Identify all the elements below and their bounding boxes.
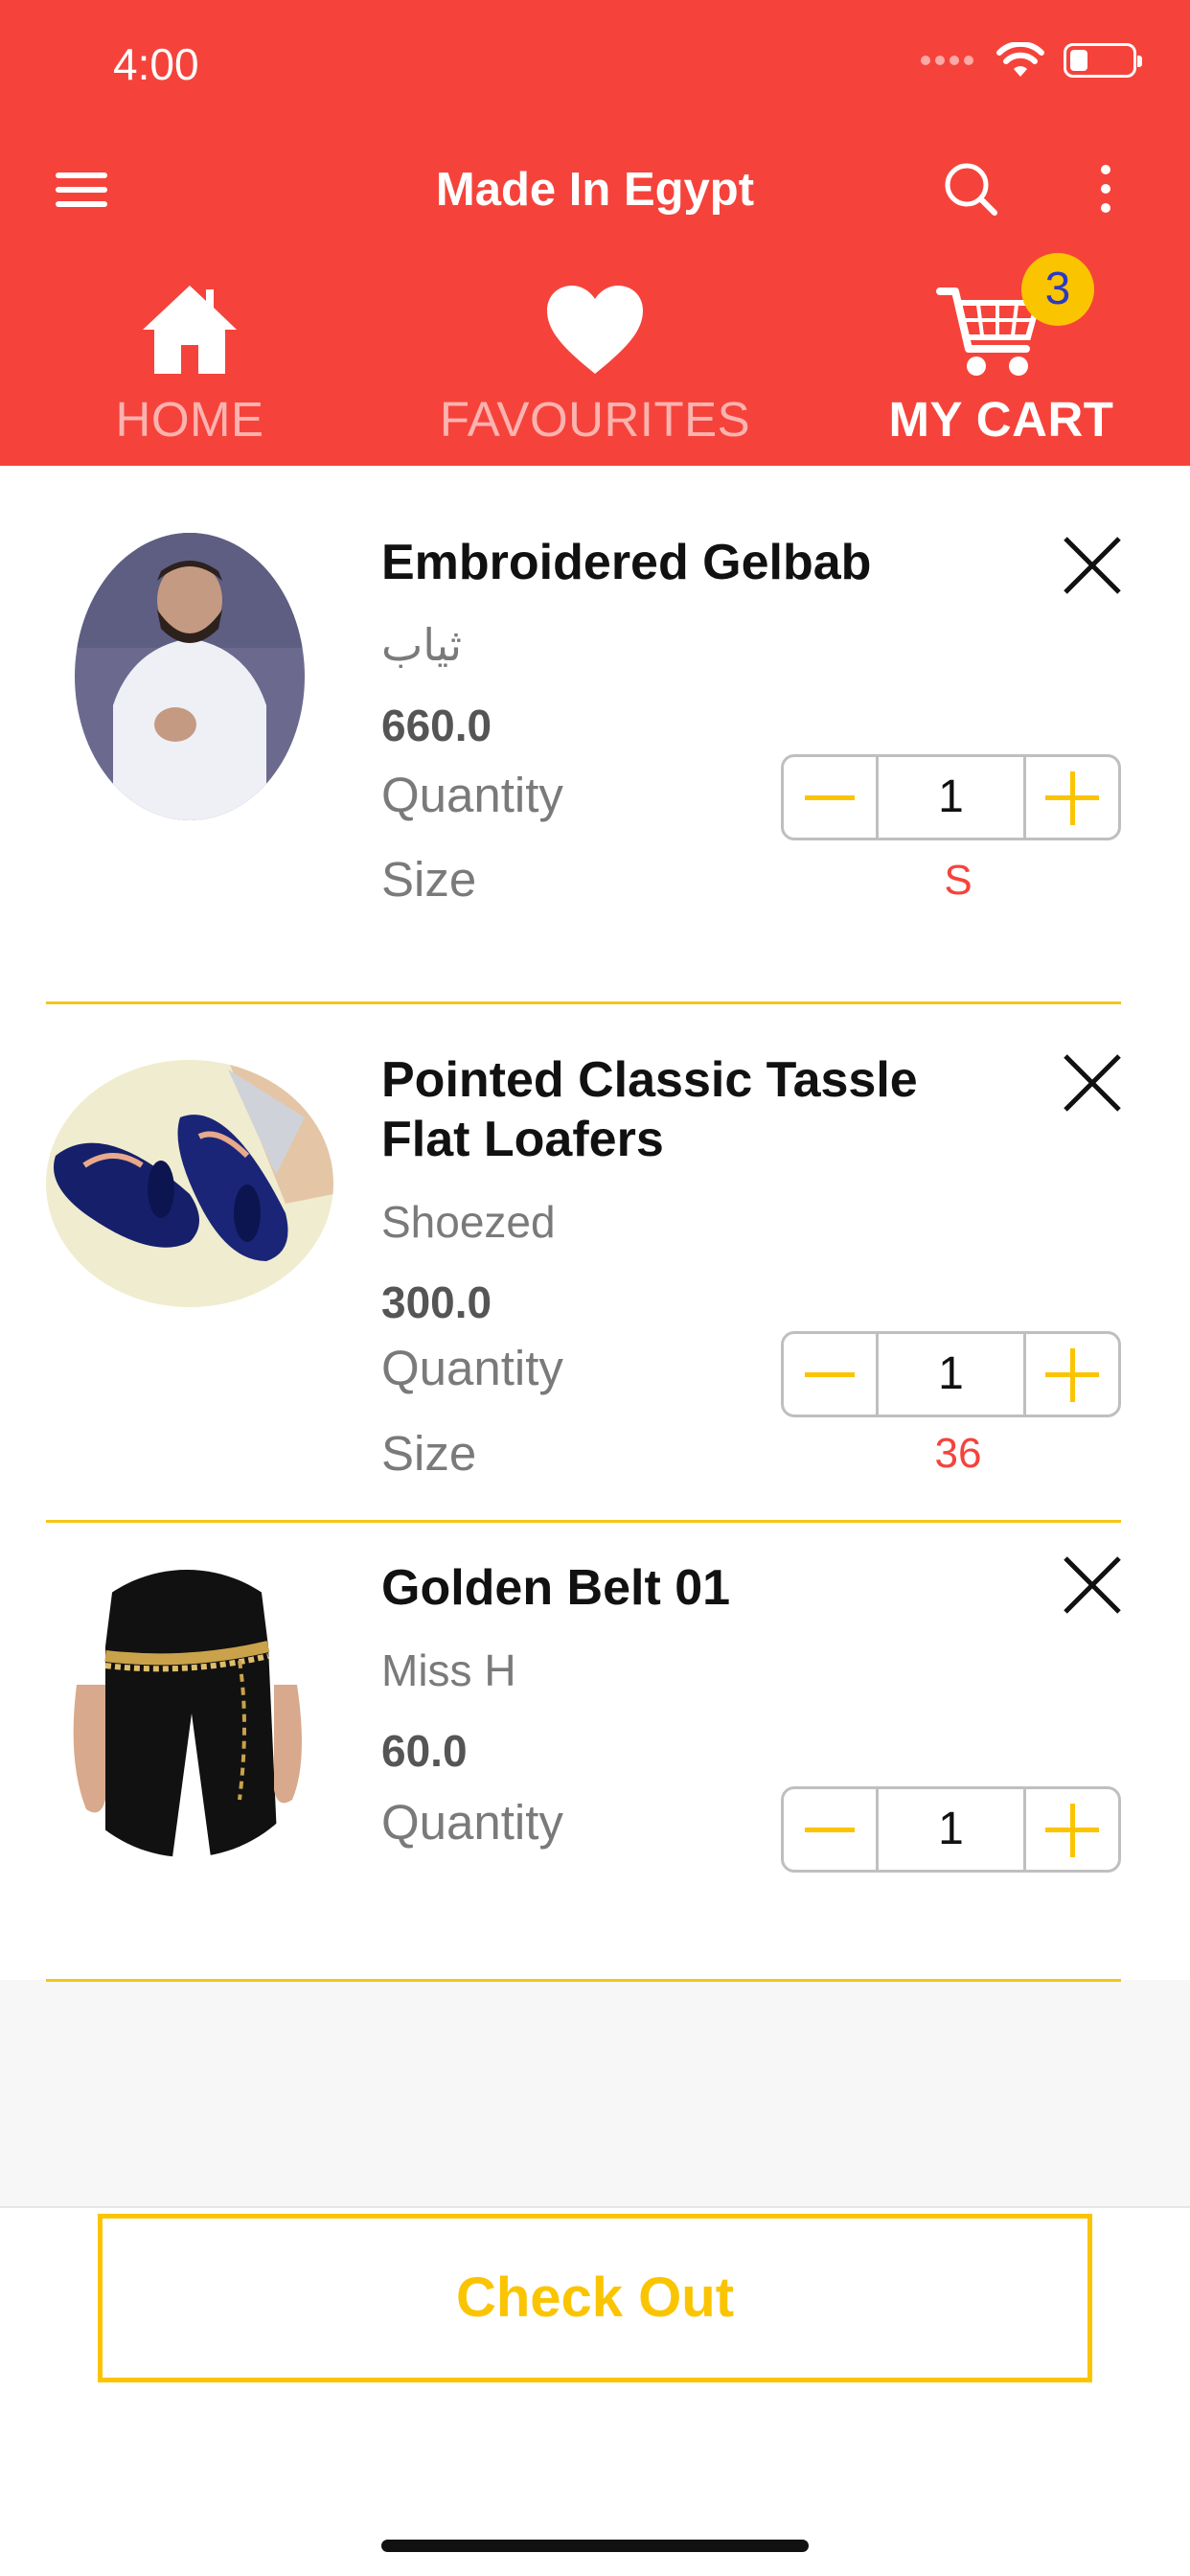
- product-title: Embroidered Gelbab: [381, 535, 872, 590]
- tab-favourites-label: FAVOURITES: [439, 392, 751, 447]
- checkout-footer: Check Out: [0, 2206, 1190, 2576]
- quantity-label: Quantity: [381, 1341, 563, 1395]
- product-price: 60.0: [381, 1726, 468, 1776]
- quantity-stepper: 1: [781, 1786, 1121, 1873]
- product-title: Pointed Classic Tassle Flat Loafers: [381, 1052, 918, 1167]
- tab-home-label: HOME: [115, 392, 264, 447]
- home-icon: [143, 286, 237, 374]
- increase-quantity-button[interactable]: [1026, 757, 1118, 838]
- size-value[interactable]: 36: [929, 1430, 987, 1478]
- cart-count-badge: 3: [1021, 253, 1094, 326]
- status-time: 4:00: [113, 39, 199, 89]
- tab-favourites[interactable]: FAVOURITES: [422, 268, 768, 450]
- wifi-icon: [996, 42, 1044, 77]
- product-price: 660.0: [381, 701, 492, 750]
- product-image[interactable]: [48, 1570, 326, 1857]
- quantity-stepper: 1: [781, 754, 1121, 840]
- cart-list: Embroidered Gelbab ثياب 660.0 Quantity 1…: [0, 466, 1190, 1982]
- product-price: 300.0: [381, 1277, 492, 1327]
- product-title: Golden Belt 01: [381, 1560, 731, 1616]
- product-image[interactable]: [46, 1060, 333, 1307]
- remove-item-icon[interactable]: [1062, 1554, 1123, 1616]
- quantity-value: 1: [876, 1334, 1026, 1414]
- item-divider: [46, 1001, 1121, 1004]
- product-image[interactable]: [75, 533, 305, 820]
- tab-my-cart[interactable]: MY CART: [862, 268, 1140, 450]
- quantity-label: Quantity: [381, 768, 563, 822]
- decrease-quantity-button[interactable]: [784, 1789, 876, 1870]
- product-brand: Shoezed: [381, 1197, 556, 1247]
- size-value[interactable]: S: [929, 857, 987, 905]
- checkout-button[interactable]: Check Out: [98, 2214, 1092, 2382]
- increase-quantity-button[interactable]: [1026, 1334, 1118, 1414]
- item-divider: [46, 1979, 1121, 1982]
- status-icons: [921, 42, 1142, 79]
- quantity-value: 1: [876, 1789, 1026, 1870]
- battery-icon: [1064, 43, 1142, 78]
- remove-item-icon[interactable]: [1062, 1052, 1123, 1114]
- home-indicator: [381, 2540, 809, 2552]
- search-icon[interactable]: [941, 159, 1002, 220]
- decrease-quantity-button[interactable]: [784, 757, 876, 838]
- app-header: 4:00 Made In Egypt HOME FAVOURITES MY CA…: [0, 0, 1190, 466]
- decrease-quantity-button[interactable]: [784, 1334, 876, 1414]
- tab-my-cart-label: MY CART: [888, 392, 1114, 447]
- heart-icon: [547, 286, 643, 374]
- increase-quantity-button[interactable]: [1026, 1789, 1118, 1870]
- tab-home[interactable]: HOME: [56, 268, 324, 450]
- size-label: Size: [381, 852, 477, 907]
- more-options-icon[interactable]: [1094, 163, 1117, 217]
- quantity-label: Quantity: [381, 1795, 563, 1850]
- product-brand: Miss H: [381, 1645, 516, 1695]
- remove-item-icon[interactable]: [1062, 535, 1123, 596]
- item-divider: [46, 1520, 1121, 1523]
- quantity-stepper: 1: [781, 1331, 1121, 1417]
- signal-icon: [921, 56, 973, 65]
- app-title: Made In Egypt: [435, 164, 755, 216]
- quantity-value: 1: [876, 757, 1026, 838]
- product-brand: ثياب: [381, 620, 463, 670]
- size-label: Size: [381, 1426, 477, 1481]
